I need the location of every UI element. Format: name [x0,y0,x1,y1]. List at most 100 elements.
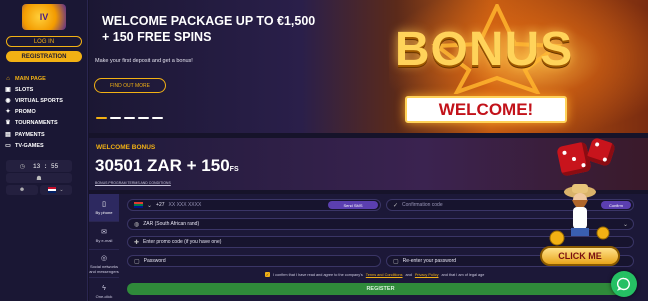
user-icon: ☻ [18,187,26,193]
welcome-bonus-amount: 30501 ZAR + 150FS [95,156,239,176]
nav-item-payments[interactable]: ▤ PAYMENTS [4,129,86,140]
promo-icon: ✦ [5,109,11,116]
welcome-sign: WELCOME! [405,96,567,123]
nav-label: PAYMENTS [15,131,45,138]
promo-placeholder: Enter promo code (if you have one) [143,239,222,245]
nav-label: VIRTUAL SPORTS [15,97,63,104]
home-icon: ⌂ [6,75,10,82]
tab-by-phone[interactable]: ▯ By phone [89,194,119,222]
bonus-fs-text: FS [229,166,239,173]
logo-text: IV [39,12,49,22]
tv-icon: ▭ [5,142,11,149]
gift-icon: ✚ [134,239,140,246]
lock-icon: ▢ [393,258,399,265]
hero-subtitle: Make your first deposit and get a bonus! [95,58,193,64]
registration-tabs: ▯ By phone ✉ By e-mail ◎ Social networks… [89,194,119,301]
phone-prefix: +27 [156,202,165,208]
tab-label: One-click [95,293,113,299]
currency-value: ZAR (South African rand) [143,221,200,227]
tab-label: By phone [95,210,113,215]
dice-icon [585,136,617,168]
hero-title: WELCOME PACKAGE UP TO €1,500 + 150 FREE … [102,14,316,44]
nav-item-virtual-sports[interactable]: ◉ VIRTUAL SPORTS [4,95,86,106]
email-icon: ✉ [101,229,107,236]
carousel-dot[interactable] [152,117,163,119]
dice-icon [556,141,592,177]
carousel-dot[interactable] [110,117,121,119]
slots-icon: ▣ [5,86,11,93]
bonus-terms-link[interactable]: BONUS PROGRAM TERMS AND CONDITIONS [95,181,171,185]
phone-placeholder: XX XXX XXXX [168,202,202,208]
uk-flag-icon [48,187,57,193]
lightning-icon: ϟ [102,284,106,292]
tab-by-email[interactable]: ✉ By e-mail [89,222,119,250]
phone-field[interactable]: ⌄ +27 XX XXX XXXX Send SMS [127,199,381,211]
terms-agreement: ✓ I confirm that I have read and agree t… [265,272,484,277]
payments-icon: ▤ [5,131,11,138]
repassword-placeholder: Re-enter your password [402,258,457,264]
agree-suffix: and that I am of legal age [441,272,485,277]
registration-button[interactable]: REGISTRATION [6,51,82,62]
find-out-more-button[interactable]: FIND OUT MORE [94,78,166,93]
android-icon: ☗ [36,175,42,182]
tab-label: By e-mail [95,238,113,243]
nav-item-tournaments[interactable]: ♛ TOURNAMENTS [4,118,86,129]
nav-item-tv-games[interactable]: ▭ TV-GAMES [4,140,86,151]
chevron-down-icon: ⌄ [59,187,64,193]
clock-separator: : [40,162,52,170]
nav-item-promo[interactable]: ✦ PROMO [4,107,86,118]
nav-item-main-page[interactable]: ⌂ MAIN PAGE [4,73,86,84]
site-logo[interactable]: IV [22,4,66,30]
carousel-dots [96,117,163,119]
main-nav: ⌂ MAIN PAGE ▣ SLOTS ◉ VIRTUAL SPORTS ✦ P… [4,73,86,151]
carousel-dot[interactable] [124,117,135,119]
register-button[interactable]: REGISTER [127,283,634,295]
za-flag-icon [134,202,143,208]
agree-and: and [405,272,412,277]
clock-minutes: 55 [51,162,59,170]
welcome-bonus-label: WELCOME BONUS [96,144,156,151]
password-field[interactable]: ▢ Password [127,255,381,267]
sidebar: IV LOG IN REGISTRATION ⌂ MAIN PAGE ▣ SLO… [0,0,88,301]
chevron-down-icon: ⌄ [147,202,153,209]
chat-button[interactable] [611,271,637,297]
nav-label: PROMO [15,109,36,116]
clock-hours: 13 [33,162,41,170]
send-sms-button[interactable]: Send SMS [328,201,378,209]
tab-one-click[interactable]: ϟ One-click [89,278,119,301]
login-button[interactable]: LOG IN [6,36,82,47]
clock: ◷ 13 : 55 [6,160,72,172]
tab-social[interactable]: ◎ Social networks and messengers [89,250,119,278]
password-placeholder: Password [143,258,166,264]
nav-item-slots[interactable]: ▣ SLOTS [4,84,86,95]
privacy-link[interactable]: Privacy Policy [415,273,439,277]
virtual-sports-icon: ◉ [5,97,11,104]
lock-icon: ▢ [134,258,140,265]
nav-label: TV-GAMES [15,142,44,149]
carousel-dot[interactable] [138,117,149,119]
nav-label: MAIN PAGE [15,75,46,82]
agree-checkbox[interactable]: ✓ [265,272,270,277]
nav-label: SLOTS [15,86,34,93]
clock-icon: ◷ [19,162,26,170]
hero-banner: WELCOME PACKAGE UP TO €1,500 + 150 FREE … [89,0,648,133]
carousel-dot[interactable] [96,117,107,119]
click-me-button[interactable]: CLICK ME [540,246,620,266]
checkmark-icon: ✓ [393,202,399,209]
currency-icon: ◍ [134,221,140,228]
phone-icon: ▯ [102,201,106,208]
chat-icon [617,277,630,291]
nav-label: TOURNAMENTS [15,120,58,127]
confirmation-placeholder: Confirmation code [402,202,443,208]
tab-label: Social networks and messengers [89,263,119,274]
bonus-headline: BONUS [394,23,574,76]
social-icon: ◎ [100,254,108,262]
terms-link[interactable]: Terms and Conditions [366,273,403,277]
mobile-app-button[interactable]: ☗ [6,173,72,183]
user-settings-button[interactable]: ☻ [6,185,38,195]
trophy-icon: ♛ [5,120,11,127]
language-selector[interactable]: ⌄ [40,185,72,195]
chevron-down-icon: ⌄ [622,221,628,228]
agree-prefix: I confirm that I have read and agree to … [273,272,363,277]
bonus-amount-text: 30501 ZAR + 150 [95,156,230,175]
